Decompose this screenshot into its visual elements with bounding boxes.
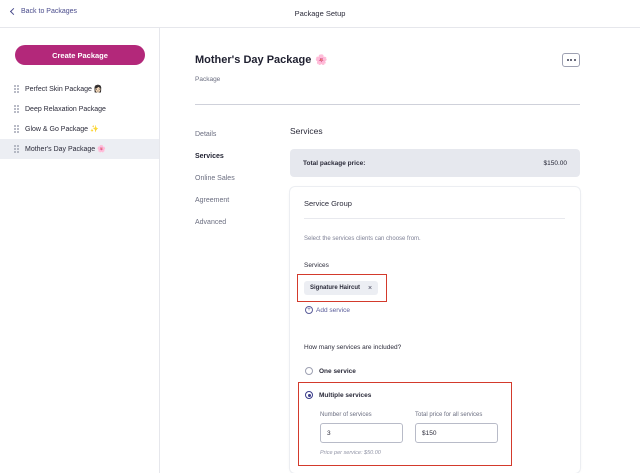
package-item-label: Perfect Skin Package 👩🏻 [25,86,103,93]
package-item-label: Deep Relaxation Package [25,105,106,113]
create-package-button[interactable]: Create Package [15,45,145,65]
nav-services[interactable]: Services [195,153,235,175]
package-item-perfect-skin[interactable]: Perfect Skin Package 👩🏻 [0,79,159,99]
more-options-button[interactable] [562,53,580,67]
service-group-title: Service Group [304,199,352,208]
radio-unchecked-icon[interactable] [305,367,313,375]
drag-handle-icon[interactable] [14,84,19,94]
add-service-button[interactable]: + Add service [305,306,350,314]
total-price-all-label: Total price for all services [415,412,483,418]
page-title: Package Setup [294,9,346,18]
service-chip-label: Signature Haircut [310,285,361,291]
nav-online-sales[interactable]: Online Sales [195,175,235,197]
price-per-service-text: Price per service: $50.00 [320,450,381,456]
package-title-text: Mother's Day Package [195,54,312,66]
service-chip: Signature Haircut × [304,281,379,295]
option-multiple-services[interactable]: Multiple services [305,391,371,399]
total-price-value: $150.00 [543,159,568,167]
section-nav: Details Services Online Sales Agreement … [195,131,235,241]
add-service-label: Add service [316,306,350,314]
nav-advanced[interactable]: Advanced [195,219,235,241]
option-one-service[interactable]: One service [305,367,356,375]
option-multiple-label: Multiple services [319,391,372,399]
package-item-glow-and-go[interactable]: Glow & Go Package ✨ [0,119,159,139]
package-item-deep-relaxation[interactable]: Deep Relaxation Package [0,99,159,119]
number-of-services-label: Number of services [320,412,372,418]
package-list: Perfect Skin Package 👩🏻 Deep Relaxation … [0,79,159,159]
ellipsis-icon [566,59,569,61]
total-price-label: Total package price: [303,159,366,167]
package-sidebar: Create Package Perfect Skin Package 👩🏻 D… [0,28,160,473]
package-item-label: Mother's Day Package 🌸 [25,146,106,153]
plus-circle-icon: + [305,306,313,314]
services-count-question: How many services are included? [304,344,402,351]
package-title: Mother's Day Package 🌸 [195,54,328,66]
header-divider [195,104,580,105]
nav-agreement[interactable]: Agreement [195,197,235,219]
nav-details[interactable]: Details [195,131,235,153]
drag-handle-icon[interactable] [14,144,19,154]
total-price-bar: Total package price: $150.00 [290,149,580,177]
service-group-description: Select the services clients can choose f… [304,236,421,242]
package-subtitle: Package [195,76,221,83]
flower-emoji: 🌸 [315,54,328,66]
number-of-services-input[interactable]: 3 [320,423,403,443]
group-divider [304,218,565,219]
services-field-label: Services [304,262,329,269]
top-bar: Back to Packages Package Setup [0,0,640,28]
package-item-mothers-day[interactable]: Mother's Day Package 🌸 [0,139,159,159]
services-heading: Services [290,126,323,136]
total-price-all-input[interactable]: $150 [415,423,498,443]
close-icon[interactable]: × [368,285,372,292]
package-item-label: Glow & Go Package ✨ [25,126,99,133]
drag-handle-icon[interactable] [14,124,19,134]
drag-handle-icon[interactable] [14,104,19,114]
option-one-label: One service [319,367,356,375]
radio-checked-icon[interactable] [305,391,313,399]
